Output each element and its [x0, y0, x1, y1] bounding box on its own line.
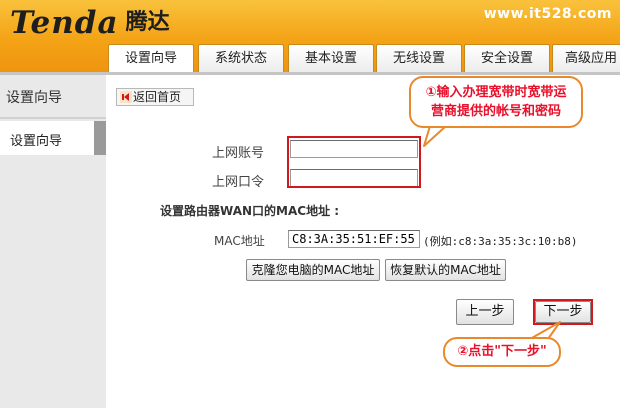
credentials-highlight: [287, 136, 421, 188]
tab-wireless-settings[interactable]: 无线设置: [376, 44, 462, 72]
next-step-highlight: [533, 299, 593, 325]
mac-section-title: 设置路由器WAN口的MAC地址 :: [160, 204, 340, 218]
main-tabs: 设置向导 系统状态 基本设置 无线设置 安全设置 高级应用: [108, 44, 620, 73]
header-bar: Tenda 腾达 www.it528.com 设置向导 系统状态 基本设置 无线…: [0, 0, 620, 73]
clone-mac-button[interactable]: 克隆您电脑的MAC地址: [246, 259, 380, 281]
mac-label: MAC地址: [214, 234, 265, 248]
site-watermark: www.it528.com: [483, 6, 612, 22]
callout-click-next: ②点击"下一步": [443, 337, 561, 367]
password-label: 上网口令: [212, 175, 265, 190]
back-home-label: 返回首页: [133, 90, 182, 104]
sidebar-item-indicator: [94, 121, 106, 155]
sidebar-item-setup-wizard[interactable]: 设置向导: [0, 121, 106, 155]
sidebar-divider: [0, 117, 106, 119]
mac-address-input[interactable]: [288, 230, 420, 248]
tab-security-settings[interactable]: 安全设置: [464, 44, 550, 72]
mac-example-hint: (例如:c8:3a:35:3c:10:b8): [423, 235, 578, 248]
tenda-logo: Tenda 腾达: [10, 4, 170, 42]
logo-text: Tenda: [10, 5, 119, 41]
restore-mac-button[interactable]: 恢复默认的MAC地址: [385, 259, 506, 281]
tab-system-status[interactable]: 系统状态: [198, 44, 284, 72]
back-home-button[interactable]: 返回首页: [116, 88, 194, 106]
sidebar-title: 设置向导: [6, 90, 62, 106]
logo-text-cn: 腾达: [125, 10, 170, 35]
tab-advanced[interactable]: 高级应用: [552, 44, 620, 72]
tab-basic-settings[interactable]: 基本设置: [288, 44, 374, 72]
tab-setup-wizard[interactable]: 设置向导: [108, 44, 194, 73]
callout-1-line2: 营商提供的帐号和密码: [430, 104, 561, 119]
back-arrow-icon: [120, 91, 132, 103]
sidebar: 设置向导 设置向导: [0, 75, 106, 408]
callout-enter-credentials: ①输入办理宽带时宽带运 营商提供的帐号和密码: [409, 76, 583, 128]
account-label: 上网账号: [212, 146, 265, 161]
sidebar-item-label: 设置向导: [10, 134, 63, 149]
prev-step-button[interactable]: 上一步: [456, 299, 514, 325]
callout-1-line1: ①输入办理宽带时宽带运: [425, 85, 567, 100]
